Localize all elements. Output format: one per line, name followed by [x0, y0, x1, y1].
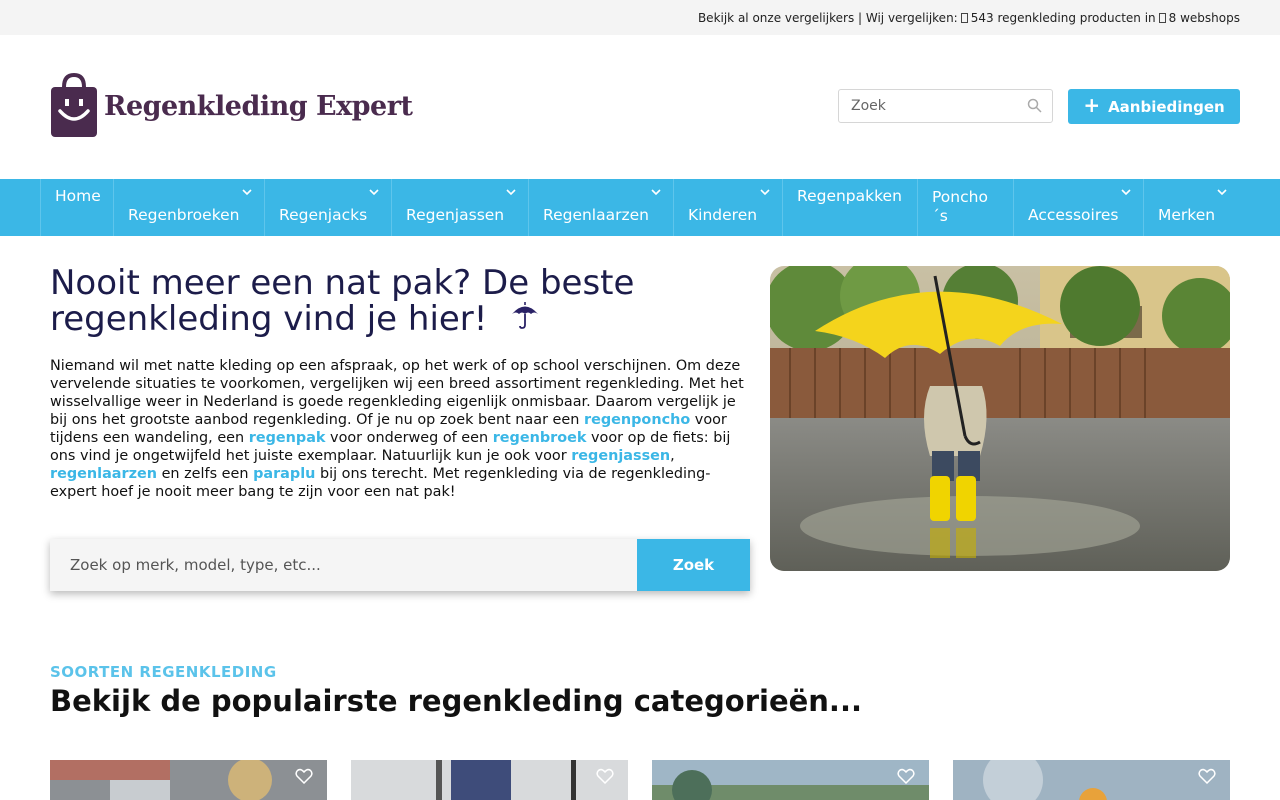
nav-item-accessoires[interactable]: Accessoires — [1014, 179, 1144, 236]
intro-text-part: , — [670, 448, 675, 464]
hero-title-text: Nooit meer een nat pak? De beste regenkl… — [50, 263, 635, 339]
deals-button-label: Aanbiedingen — [1108, 97, 1225, 116]
heart-icon[interactable] — [596, 768, 614, 784]
chevron-down-icon — [369, 189, 379, 196]
search-icon[interactable] — [1027, 98, 1042, 113]
nav-item-regenlaarzen[interactable]: Regenlaarzen — [529, 179, 674, 236]
link-regenpak[interactable]: regenpak — [249, 430, 326, 446]
header-search-box — [838, 89, 1053, 123]
hero-section: Nooit meer een nat pak? De beste regenkl… — [0, 236, 1280, 636]
plus-icon: + — [1083, 93, 1101, 117]
nav-item-ponchos[interactable]: Poncho´s — [918, 179, 1014, 236]
umbrella-icon — [512, 302, 539, 329]
nav-item-regenjassen[interactable]: Regenjassen — [392, 179, 529, 236]
heart-icon[interactable] — [897, 768, 915, 784]
heading-part: regenkleding categorieën... — [397, 684, 862, 718]
shopping-bag-logo-icon — [51, 73, 97, 137]
nav-label: Regenjacks — [279, 206, 368, 224]
chevron-down-icon — [651, 189, 661, 196]
category-card[interactable] — [50, 760, 327, 800]
category-card[interactable] — [652, 760, 929, 800]
nav-label: Accessoires — [1028, 206, 1119, 224]
category-card-image — [953, 760, 1230, 800]
nav-item-regenpakken[interactable]: Regenpakken — [783, 179, 918, 236]
logo-text: Regenkleding Expert — [104, 90, 413, 122]
chevron-down-icon — [506, 189, 516, 196]
intro-text-part: voor onderweg of een — [325, 430, 493, 446]
heading-bold: populairste — [210, 684, 398, 718]
hero-search-button[interactable]: Zoek — [637, 539, 750, 591]
nav-label: Poncho´s — [932, 188, 988, 225]
product-count: 543 regenkleding producten in — [970, 10, 1156, 25]
nav-label: Regenpakken — [797, 187, 902, 205]
category-card-image — [50, 760, 327, 800]
categories-kicker: SOORTEN REGENKLEDING — [50, 663, 277, 681]
site-logo[interactable]: Regenkleding Expert — [50, 73, 413, 139]
shop-icon — [1158, 12, 1166, 23]
deals-button[interactable]: + Aanbiedingen — [1068, 89, 1240, 124]
site-header: Regenkleding Expert + Aanbiedingen — [0, 35, 1280, 179]
compare-info-text: Bekijk al onze vergelijkers | Wij vergel… — [697, 10, 958, 25]
chevron-down-icon — [760, 189, 770, 196]
nav-item-kinderen[interactable]: Kinderen — [674, 179, 783, 236]
hero-search-input[interactable] — [50, 539, 637, 591]
main-nav: Home Regenbroeken Regenjacks Regenjassen… — [0, 179, 1280, 236]
link-paraplu[interactable]: paraplu — [253, 466, 315, 482]
nav-label: Regenbroeken — [128, 206, 240, 224]
hero-intro-text: Niemand wil met natte kleding op een afs… — [50, 357, 750, 501]
nav-label: Home — [55, 187, 101, 205]
chevron-down-icon — [1217, 189, 1227, 196]
nav-item-merken[interactable]: Merken — [1144, 179, 1239, 236]
header-search-input[interactable] — [851, 98, 1021, 114]
link-regenponcho[interactable]: regenponcho — [584, 412, 690, 428]
category-card-image — [652, 760, 929, 800]
link-regenbroek[interactable]: regenbroek — [493, 430, 587, 446]
heart-icon[interactable] — [1198, 768, 1216, 784]
nav-label: Regenlaarzen — [543, 206, 649, 224]
link-regenlaarzen[interactable]: regenlaarzen — [50, 466, 157, 482]
intro-text-part: en zelfs een — [157, 466, 254, 482]
product-icon — [960, 12, 968, 23]
hero-title: Nooit meer een nat pak? De beste regenkl… — [50, 265, 750, 337]
nav-item-regenbroeken[interactable]: Regenbroeken — [114, 179, 265, 236]
category-card[interactable] — [351, 760, 628, 800]
shop-count: 8 webshops — [1168, 10, 1240, 25]
nav-label: Kinderen — [688, 206, 758, 224]
nav-item-regenjacks[interactable]: Regenjacks — [265, 179, 392, 236]
nav-label: Regenjassen — [406, 206, 505, 224]
categories-heading: Bekijk de populairste regenkleding categ… — [50, 684, 862, 718]
category-card-image — [351, 760, 628, 800]
nav-label: Merken — [1158, 206, 1216, 224]
heart-icon[interactable] — [295, 768, 313, 784]
heading-part: Bekijk de — [50, 684, 211, 718]
hero-search-bar: Zoek — [50, 539, 750, 591]
chevron-down-icon — [242, 189, 252, 196]
link-regenjassen[interactable]: regenjassen — [571, 448, 670, 464]
top-info-bar: Bekijk al onze vergelijkers | Wij vergel… — [0, 0, 1280, 35]
hero-photo-child-umbrella — [770, 266, 1230, 571]
chevron-down-icon — [1121, 189, 1131, 196]
nav-item-home[interactable]: Home — [40, 179, 114, 236]
category-card[interactable] — [953, 760, 1230, 800]
